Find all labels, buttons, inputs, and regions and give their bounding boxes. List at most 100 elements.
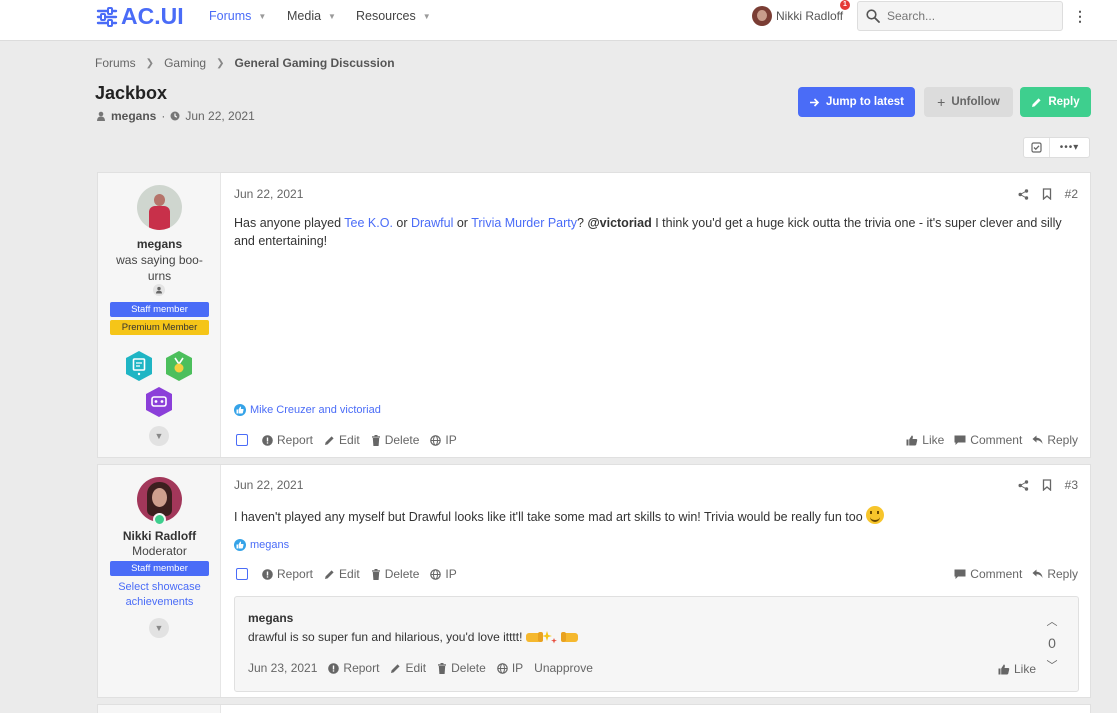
post-username[interactable]: Nikki Radloff (98, 529, 221, 543)
ip-link[interactable]: IP (497, 661, 523, 675)
comment-link[interactable]: Comment (954, 567, 1022, 581)
post-text: Has anyone played (234, 216, 345, 230)
plus-icon: + (937, 94, 946, 110)
drawful-link[interactable]: Drawful (411, 216, 453, 230)
search-input[interactable] (887, 9, 1047, 23)
green-achievement-badge-icon[interactable] (164, 350, 194, 382)
bookmark-icon[interactable] (1042, 188, 1052, 200)
post-text: or (453, 216, 472, 230)
delete-link[interactable]: Delete (371, 433, 419, 447)
breadcrumb-gaming[interactable]: Gaming (164, 56, 206, 70)
post-date[interactable]: Jun 22, 2021 (234, 187, 303, 201)
fist-bump-sparkles-emoji-icon (526, 631, 579, 644)
user-title: Moderator (132, 544, 187, 558)
globe-icon (497, 662, 508, 674)
share-icon[interactable] (1018, 188, 1029, 200)
premium-member-banner: Premium Member (110, 320, 209, 335)
purple-achievement-badge-icon[interactable] (144, 386, 174, 418)
chevron-down-icon[interactable]: ▼ (328, 12, 336, 21)
ip-link[interactable]: IP (430, 433, 457, 447)
comment-like-link[interactable]: Like (998, 662, 1036, 676)
chevron-right-icon: ❯ (145, 57, 155, 69)
nav-resources[interactable]: Resources ▼ (356, 9, 431, 23)
chevron-down-icon[interactable]: ▼ (258, 12, 266, 21)
like-label: Like (922, 433, 945, 447)
report-icon (262, 434, 273, 446)
ip-label: IP (445, 567, 457, 581)
chevron-down-icon[interactable]: ﹀ (1046, 657, 1058, 673)
thread-author[interactable]: megans (111, 109, 156, 123)
ip-link[interactable]: IP (430, 567, 457, 581)
top-navigation-bar: AC.UI Forums ▼ Media ▼ Resources ▼ Nikki… (0, 0, 1117, 41)
reply-label: Reply (1047, 433, 1078, 447)
jump-to-latest-button[interactable]: Jump to latest (798, 87, 915, 117)
search-box[interactable] (857, 1, 1063, 31)
nav-media[interactable]: Media ▼ (287, 9, 336, 23)
avatar[interactable] (137, 185, 182, 230)
comment-link[interactable]: Comment (954, 433, 1022, 447)
edit-link[interactable]: Edit (324, 433, 360, 447)
reply-link[interactable]: Reply (1032, 567, 1078, 581)
reactions-bar[interactable]: megans (234, 539, 289, 551)
reactions-bar[interactable]: Mike Creuzer and victoriad (234, 404, 381, 416)
trivia-murder-party-link[interactable]: Trivia Murder Party (471, 216, 577, 230)
edit-link[interactable]: Edit (390, 661, 426, 675)
share-icon[interactable] (1018, 479, 1029, 491)
trash-icon (371, 434, 380, 446)
comment-icon (954, 435, 966, 445)
comment-author[interactable]: megans (248, 611, 293, 625)
chevron-up-icon[interactable]: ︿ (1046, 613, 1058, 629)
report-link[interactable]: Report (262, 567, 313, 581)
staff-member-banner: Staff member (110, 561, 209, 576)
more-menu-icon[interactable]: •••▾ (1050, 142, 1089, 153)
trash-icon (438, 662, 447, 674)
user-mention[interactable]: @victoriad (587, 216, 651, 230)
select-showcase-achievements-link[interactable]: Select showcase achievements (98, 580, 221, 610)
report-link[interactable]: Report (328, 661, 379, 675)
pencil-icon (391, 663, 401, 673)
report-icon (262, 568, 273, 580)
post (97, 704, 1091, 713)
nav-resources-label: Resources (356, 9, 416, 23)
bookmark-icon[interactable] (1042, 479, 1052, 491)
reply-link[interactable]: Reply (1032, 433, 1078, 447)
post-message: Jun 22, 2021 #2 Has anyone played Tee K.… (222, 173, 1090, 457)
post-number[interactable]: #3 (1065, 478, 1078, 492)
unfollow-button[interactable]: + Unfollow (924, 87, 1013, 117)
select-post-checkbox[interactable] (236, 568, 248, 580)
chevron-down-icon[interactable]: ▼ (149, 618, 169, 638)
post-number[interactable]: #2 (1065, 187, 1078, 201)
chevron-down-icon[interactable]: ▼ (423, 12, 431, 21)
meta-separator: · (161, 109, 166, 123)
comment-date[interactable]: Jun 23, 2021 (248, 661, 317, 675)
edit-link[interactable]: Edit (324, 567, 360, 581)
post-date[interactable]: Jun 22, 2021 (234, 478, 303, 492)
delete-link[interactable]: Delete (437, 661, 486, 675)
unapprove-link[interactable]: Unapprove (534, 661, 593, 675)
post-body: Has anyone played Tee K.O. or Drawful or… (234, 214, 1078, 250)
select-post-checkbox[interactable] (236, 434, 248, 446)
chevron-down-icon[interactable]: ▼ (149, 426, 169, 446)
select-all-icon[interactable] (1024, 138, 1050, 157)
thread-date[interactable]: Jun 22, 2021 (185, 109, 254, 123)
post-footer-actions: Report Edit Delete IP (236, 433, 457, 447)
reply-button[interactable]: Reply (1020, 87, 1091, 117)
site-logo[interactable]: AC.UI (96, 3, 184, 30)
notification-badge[interactable]: 1 (840, 0, 850, 10)
nav-forums[interactable]: Forums ▼ (209, 9, 266, 23)
report-link[interactable]: Report (262, 433, 313, 447)
post-username[interactable]: megans (98, 237, 221, 251)
teal-achievement-badge-icon[interactable] (124, 350, 154, 382)
like-link[interactable]: Like (906, 433, 944, 447)
thread-meta: megans · Jun 22, 2021 (96, 109, 255, 123)
reaction-users[interactable]: megans (250, 539, 289, 551)
comment-body: drawful is so super fun and hilarious, y… (248, 629, 579, 645)
thumbs-up-icon (998, 664, 1010, 674)
account-menu[interactable]: Nikki Radloff (752, 6, 843, 26)
reaction-users[interactable]: Mike Creuzer and victoriad (250, 404, 381, 416)
breadcrumb-general-gaming-discussion[interactable]: General Gaming Discussion (234, 56, 394, 70)
delete-link[interactable]: Delete (371, 567, 419, 581)
more-options-icon[interactable]: ⋮ (1073, 8, 1087, 25)
breadcrumb-forums[interactable]: Forums (95, 56, 136, 70)
tee-ko-link[interactable]: Tee K.O. (344, 216, 393, 230)
